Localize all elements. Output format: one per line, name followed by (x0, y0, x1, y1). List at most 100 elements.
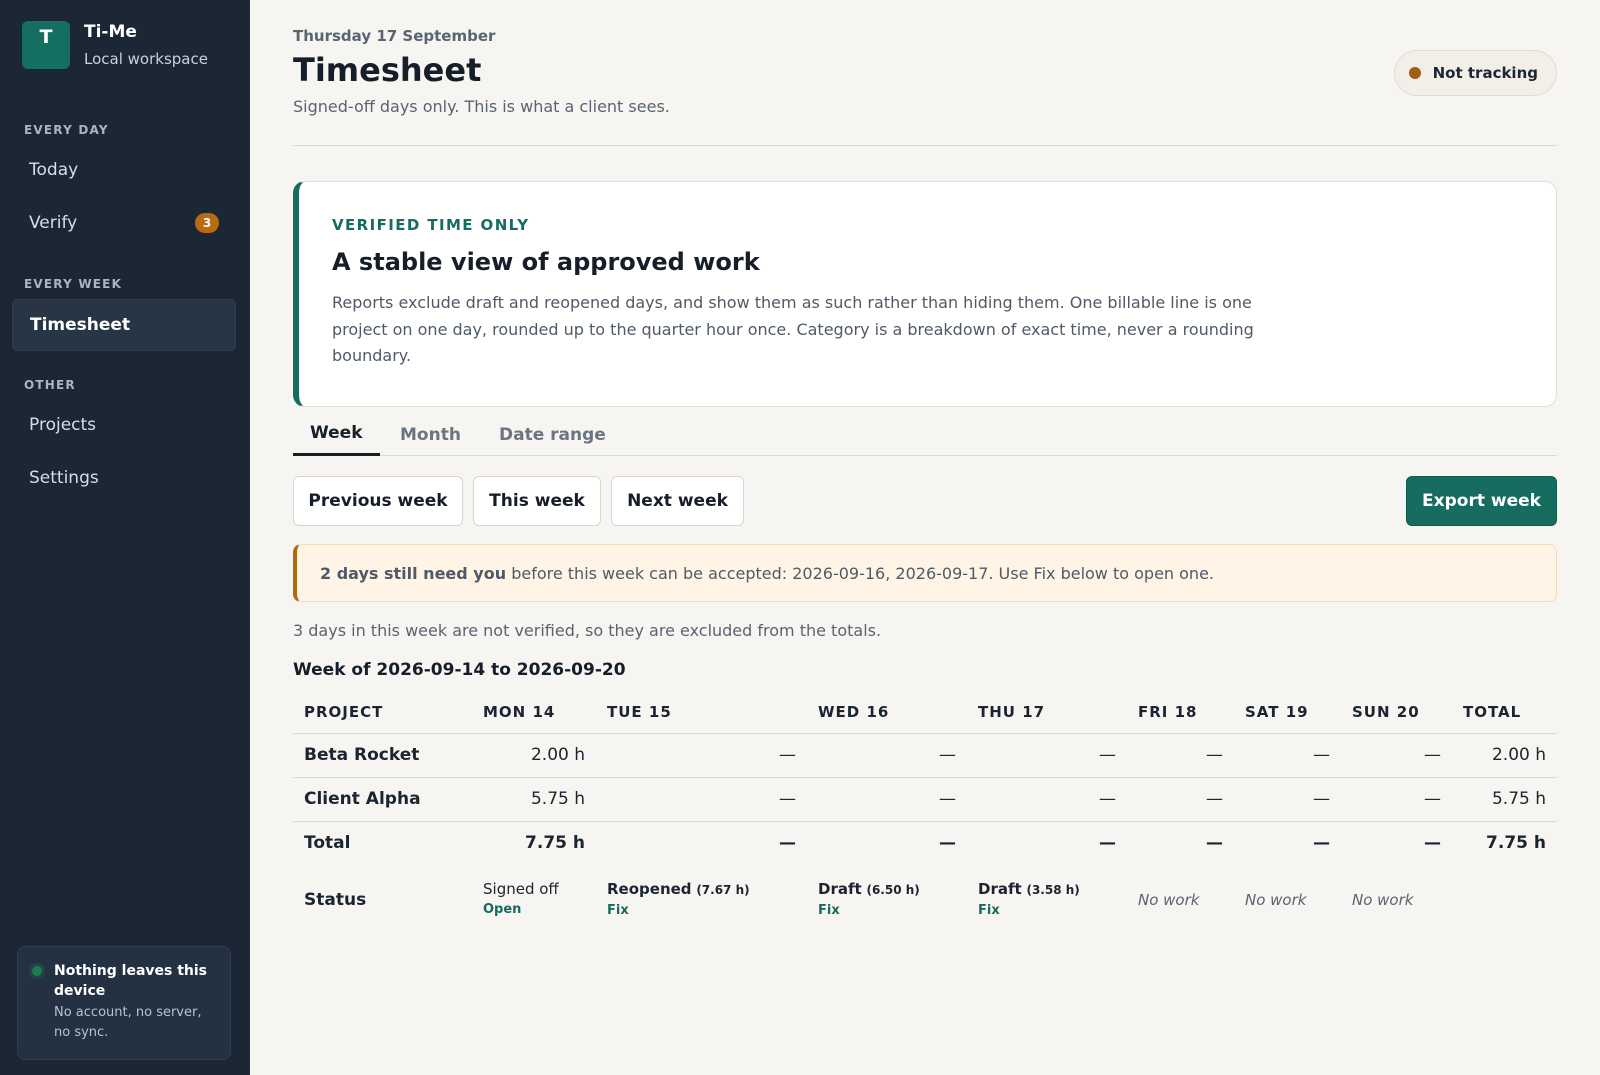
privacy-notice: Nothing leaves this device No account, n… (17, 946, 231, 1060)
status-state: Draft (818, 879, 862, 898)
tab-week[interactable]: Week (293, 413, 380, 456)
status-cell-sun: No work (1341, 865, 1452, 935)
tab-month[interactable]: Month (400, 413, 461, 456)
total-row: Total 7.75 h — — — — — — 7.75 h (293, 821, 1557, 865)
status-label: Status (304, 890, 367, 910)
sidebar: T Ti-Me Local workspace EVERY DAY Today … (0, 0, 250, 1075)
timesheet-table: PROJECT MON 14 TUE 15 WED 16 THU 17 FRI … (293, 691, 1557, 935)
row-total: 5.75 h (1452, 777, 1557, 822)
tab-date-range[interactable]: Date range (499, 413, 606, 456)
hours-cell: 5.75 h (472, 777, 596, 822)
hours-cell: — (596, 777, 807, 822)
week-title: Week of 2026-09-14 to 2026-09-20 (293, 660, 626, 680)
status-hours: (3.58 h) (1026, 882, 1080, 897)
warning-strong: 2 days still need you (320, 563, 507, 583)
hours-cell: — (1341, 733, 1452, 778)
info-eyebrow: VERIFIED TIME ONLY (332, 216, 530, 234)
sidebar-item-verify[interactable]: Verify 3 (12, 197, 236, 249)
page-title: Timesheet (293, 51, 482, 89)
nav-section-every-week: EVERY WEEK (24, 277, 123, 291)
total-cell: — (1313, 833, 1330, 854)
project-name: Beta Rocket (293, 733, 472, 778)
status-hours: (7.67 h) (696, 882, 750, 897)
fix-day-link[interactable]: Fix (978, 900, 1116, 922)
hours-cell: — (1127, 733, 1234, 778)
open-day-link[interactable]: Open (483, 899, 585, 921)
no-work-label: No work (1352, 891, 1414, 909)
status-row: Status Signed off Open Reopened (7.67 h)… (293, 865, 1557, 935)
info-text: Reports exclude draft and reopened days,… (332, 293, 1254, 365)
status-cell-total (1452, 865, 1557, 935)
hours-cell: 2.00 h (472, 733, 596, 778)
sidebar-item-timesheet[interactable]: Timesheet (12, 299, 236, 351)
total-label: Total (304, 833, 351, 854)
hours-cell: — (807, 733, 967, 778)
status-cell-wed: Draft (6.50 h) Fix (807, 865, 967, 935)
total-cell: — (779, 833, 796, 854)
hours-cell: — (967, 777, 1127, 822)
table-row: Client Alpha 5.75 h — — — — — — 5.75 h (293, 777, 1557, 822)
no-work-label: No work (1245, 891, 1307, 909)
total-cell: — (1424, 833, 1441, 854)
status-cell-thu: Draft (3.58 h) Fix (967, 865, 1127, 935)
column-header: MON 14 (472, 691, 596, 734)
sidebar-item-today[interactable]: Today (12, 144, 236, 196)
hours-cell: — (1234, 733, 1341, 778)
grand-total: 7.75 h (1486, 833, 1546, 854)
column-header: PROJECT (293, 691, 472, 734)
column-header: SAT 19 (1234, 691, 1341, 734)
period-tabs: Week Month Date range (293, 413, 1557, 456)
status-state: Draft (978, 879, 1022, 898)
hours-cell: — (596, 733, 807, 778)
hours-cell: — (967, 733, 1127, 778)
tracking-status-button[interactable]: Not tracking (1393, 50, 1557, 96)
export-week-button[interactable]: Export week (1406, 476, 1557, 526)
tracking-status-label: Not tracking (1432, 64, 1538, 82)
fix-day-link[interactable]: Fix (818, 900, 956, 922)
info-card: VERIFIED TIME ONLY A stable view of appr… (293, 181, 1557, 407)
no-work-label: No work (1138, 891, 1200, 909)
sidebar-item-label: Today (29, 160, 79, 180)
sidebar-item-label: Timesheet (30, 315, 131, 335)
status-cell-sat: No work (1234, 865, 1341, 935)
app-name: Ti-Me (84, 22, 137, 42)
column-header: SUN 20 (1341, 691, 1452, 734)
previous-week-button[interactable]: Previous week (293, 476, 463, 526)
hours-cell: — (1341, 777, 1452, 822)
sidebar-item-settings[interactable]: Settings (12, 452, 236, 504)
sidebar-item-label: Projects (29, 415, 97, 435)
status-cell-fri: No work (1127, 865, 1234, 935)
row-total: 2.00 h (1452, 733, 1557, 778)
nav-section-every-day: EVERY DAY (24, 123, 109, 137)
app-logo: T (22, 21, 70, 69)
total-cell: 7.75 h (525, 833, 585, 854)
verify-count-badge: 3 (195, 213, 219, 233)
status-state: Reopened (607, 879, 692, 898)
total-cell: — (939, 833, 956, 854)
brand: T Ti-Me Local workspace (22, 21, 208, 69)
sidebar-item-label: Settings (29, 468, 99, 488)
table-header-row: PROJECT MON 14 TUE 15 WED 16 THU 17 FRI … (293, 691, 1557, 734)
privacy-title: Nothing leaves this device (54, 963, 208, 999)
sidebar-item-projects[interactable]: Projects (12, 399, 236, 451)
warning-text: before this week can be accepted: 2026-0… (506, 563, 1214, 583)
nav-section-other: OTHER (24, 378, 76, 392)
hours-cell: — (1234, 777, 1341, 822)
status-dot-icon (32, 966, 42, 976)
status-state: Signed off (483, 880, 559, 898)
status-cell-tue: Reopened (7.67 h) Fix (596, 865, 807, 935)
fix-day-link[interactable]: Fix (607, 900, 796, 922)
total-cell: — (1099, 833, 1116, 854)
this-week-button[interactable]: This week (473, 476, 601, 526)
table-row: Beta Rocket 2.00 h — — — — — — 2.00 h (293, 733, 1557, 778)
info-title: A stable view of approved work (332, 248, 760, 276)
privacy-text: No account, no server, no sync. (54, 1005, 202, 1040)
column-header: WED 16 (807, 691, 967, 734)
next-week-button[interactable]: Next week (611, 476, 744, 526)
column-header: TUE 15 (596, 691, 807, 734)
hours-cell: — (807, 777, 967, 822)
status-cell-mon: Signed off Open (472, 865, 596, 935)
pending-days-warning: 2 days still need you before this week c… (293, 544, 1557, 602)
page-subtitle: Signed-off days only. This is what a cli… (293, 97, 670, 116)
column-header: TOTAL (1452, 691, 1557, 734)
